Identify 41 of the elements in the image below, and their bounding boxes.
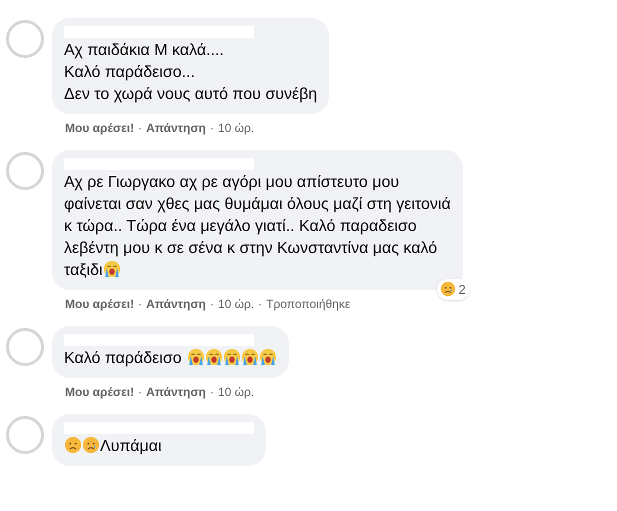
reply-link[interactable]: Απάντηση	[146, 296, 206, 312]
separator-dot: ·	[138, 120, 142, 136]
sad-tear-face-icon	[440, 281, 456, 298]
comment-line: Δεν το χωρά νους αυτό που συνέβη	[64, 85, 318, 105]
avatar[interactable]	[6, 20, 44, 58]
comment-time: 10 ώρ.	[218, 296, 254, 312]
avatar[interactable]	[6, 152, 44, 190]
comment-line: Αχ ρε Γιωργακο αχ ρε αγόρι μου απίστευτο μου	[64, 173, 400, 193]
comment-time: 10 ώρ.	[218, 384, 254, 400]
crying-face-icon	[258, 348, 277, 366]
separator-dot: ·	[210, 384, 214, 400]
comment-line: φαίνεται σαν χθες μας θυμάμαι όλους μαζί στη γειτονιά	[64, 195, 451, 215]
comment-line: Καλό παράδεισο...	[64, 63, 196, 83]
comment-line: κ τώρα.. Τώρα ένα μεγάλο γιατί.. Καλό παραδεισο	[64, 217, 418, 237]
crying-face-icon	[240, 348, 259, 366]
crying-face-icon	[222, 348, 241, 366]
like-link[interactable]: Μου αρέσει!	[65, 296, 134, 312]
comment-time: 10 ώρ.	[218, 120, 254, 136]
sad-tear-face-icon	[82, 436, 100, 454]
separator-dot: ·	[138, 384, 142, 400]
avatar[interactable]	[6, 416, 44, 454]
separator-dot: ·	[210, 296, 214, 312]
comment-line: Καλό παράδεισο	[64, 348, 277, 370]
crying-face-icon	[186, 348, 205, 366]
comment-line: λεβέντη μου κ σε σένα κ στην Κωνσταντίνα μας καλό	[64, 239, 438, 259]
crying-face-icon	[204, 348, 223, 366]
reply-link[interactable]: Απάντηση	[146, 120, 206, 136]
separator-dot: ·	[138, 296, 142, 312]
reaction-count: 2	[458, 280, 466, 298]
crying-face-icon	[102, 260, 121, 278]
reply-link[interactable]: Απάντηση	[146, 384, 206, 400]
like-link[interactable]: Μου αρέσει!	[65, 384, 134, 400]
edited-label: Τροποποιήθηκε	[266, 296, 350, 312]
comment-line: Αχ παιδάκια Μ καλά....	[64, 41, 225, 61]
separator-dot: ·	[210, 120, 214, 136]
sad-face-icon	[64, 436, 82, 454]
separator-dot: ·	[258, 296, 262, 312]
comment-line: Λυπάμαι	[64, 436, 254, 458]
reaction-badge[interactable]: 2	[436, 278, 469, 300]
like-link[interactable]: Μου αρέσει!	[65, 120, 134, 136]
avatar[interactable]	[6, 328, 44, 366]
